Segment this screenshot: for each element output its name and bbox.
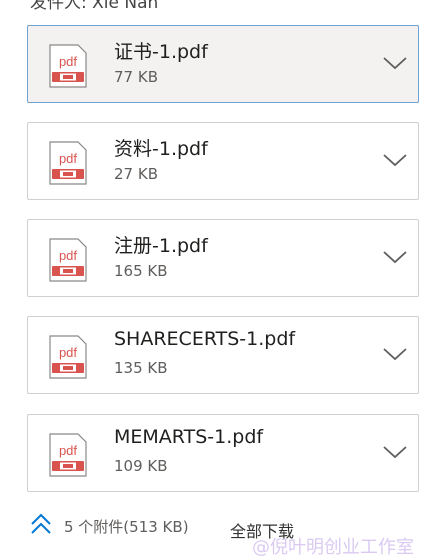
attachment-size: 77 KB [114,68,158,86]
pdf-icon: pdf [49,335,87,379]
attachment-size: 27 KB [114,165,158,183]
attachment-card[interactable]: pdf 资料-1.pdf 27 KB [27,122,419,200]
attachment-card[interactable]: pdf 注册-1.pdf 165 KB [27,219,419,297]
attachment-name[interactable]: SHARECERTS-1.pdf [114,328,295,350]
attachment-card[interactable]: pdf 证书-1.pdf 77 KB [27,25,419,103]
pdf-icon: pdf [49,141,87,185]
attachment-size: 135 KB [114,359,168,377]
double-chevron-up-icon[interactable] [30,512,52,536]
chevron-down-icon[interactable] [382,150,408,170]
chevron-down-icon[interactable] [382,442,408,462]
attachment-card[interactable]: pdf MEMARTS-1.pdf 109 KB [27,414,419,492]
chevron-down-icon[interactable] [382,344,408,364]
attachment-count: 5 个附件(513 KB) [64,518,189,536]
attachment-name[interactable]: 注册-1.pdf [114,231,208,258]
sender-line: 发件人: Xie Nan [30,0,159,13]
svg-text:pdf: pdf [59,345,77,360]
attachment-size: 109 KB [114,457,168,475]
watermark: @倪叶明创业工作室 [252,537,414,558]
pdf-icon: pdf [49,433,87,477]
attachment-size: 165 KB [114,262,168,280]
svg-text:pdf: pdf [59,151,77,166]
attachment-name[interactable]: MEMARTS-1.pdf [114,426,263,448]
svg-text:pdf: pdf [59,443,77,458]
svg-text:pdf: pdf [59,54,77,69]
pdf-icon: pdf [49,44,87,88]
pdf-icon: pdf [49,238,87,282]
attachment-name[interactable]: 证书-1.pdf [114,37,208,64]
attachment-card[interactable]: pdf SHARECERTS-1.pdf 135 KB [27,316,419,394]
chevron-down-icon[interactable] [382,53,408,73]
attachment-name[interactable]: 资料-1.pdf [114,134,208,161]
chevron-down-icon[interactable] [382,247,408,267]
svg-text:pdf: pdf [59,248,77,263]
